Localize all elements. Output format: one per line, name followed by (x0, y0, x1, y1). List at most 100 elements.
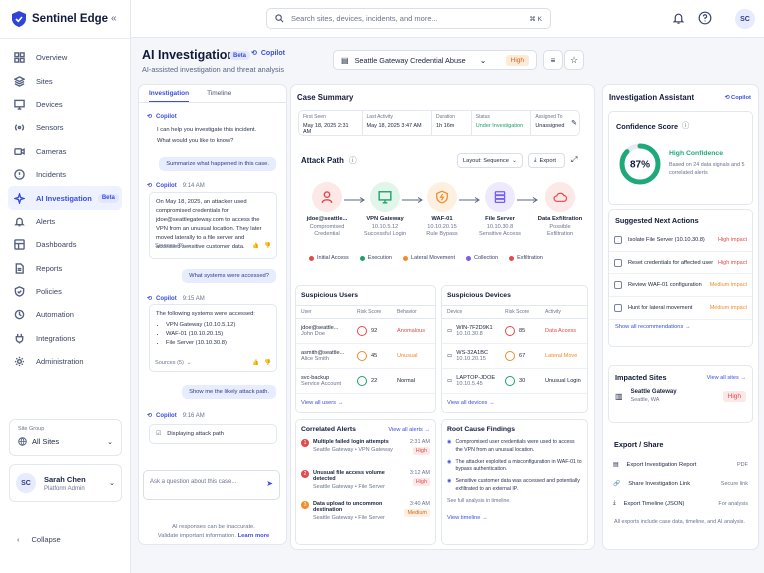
attack-node-user[interactable]: jdoe@seattle... Compromised Credential (301, 182, 353, 237)
table-row[interactable]: svc-backup Service Account 22 Normal (296, 369, 435, 394)
learn-more-link[interactable]: Learn more (238, 533, 270, 539)
export-item[interactable]: 🔗 Share Investigation Link Secure link (608, 475, 753, 495)
brand-name: Sentinel Edge (32, 13, 109, 25)
site-group-select[interactable]: Site Group All Sites ⌄ (9, 419, 122, 456)
sliders-icon: ≡ (550, 55, 556, 65)
help-icon[interactable] (698, 11, 712, 25)
chat-input[interactable]: Ask a question about this case... ➤ (143, 470, 280, 500)
export-label: Export (539, 157, 556, 164)
incident-select[interactable]: ▤ Seattle Gateway Credential Abuse ⌄ Hig… (333, 50, 537, 70)
export-item[interactable]: ⤓ Export Timeline (JSON) For analysis (608, 494, 753, 514)
correlated-alerts-card: Correlated Alerts View all alerts → 1 Mu… (295, 419, 436, 545)
copilot-chip[interactable]: ⟲ Copilot (251, 49, 285, 58)
table-row[interactable]: asmith@seattle... Alice Smith 45 Unusual (296, 344, 435, 369)
attack-node-waf[interactable]: WAF-01 10.10.20.15 Rule Bypass (416, 182, 468, 237)
alert-item[interactable]: 3 Data upload to uncommon destination Sea… (301, 501, 430, 532)
field-first-seen: First Seen May 18, 2025 2:31 AM (299, 111, 363, 135)
sidebar-item-dashboards[interactable]: Dashboards (8, 233, 122, 256)
action-item[interactable]: Review WAF-01 configuration Medium impact (609, 274, 752, 298)
message-text: The following systems were accessed: (156, 311, 255, 317)
alert-item[interactable]: 2 Unusual file access volume detected Sea… (301, 470, 430, 501)
attack-node-vpn[interactable]: VPN Gateway 10.10.5.12 Successful Login (359, 182, 411, 237)
field-value: Under Investigation (475, 123, 524, 129)
search-input[interactable] (291, 14, 511, 23)
field-value: Unassigned (535, 123, 565, 129)
sidebar-item-administration[interactable]: Administration (8, 350, 122, 373)
database-icon (485, 182, 515, 212)
export-button[interactable]: ⤓ Export (528, 153, 565, 168)
thumbs-up-icon[interactable]: 👍 (252, 243, 259, 249)
copilot-icon: ⟲ (147, 114, 153, 120)
sidebar-item-cameras[interactable]: Cameras (8, 140, 122, 163)
copilot-label: Copilot (156, 182, 177, 189)
next-actions-title: Suggested Next Actions (615, 216, 699, 225)
collapse-button[interactable]: ‹ Collapse (17, 535, 61, 544)
sidebar-item-reports[interactable]: Reports (8, 257, 122, 280)
tab-timeline[interactable]: Timeline (207, 85, 231, 102)
impacted-sites-title: Impacted Sites (615, 373, 667, 382)
sources-link[interactable]: Sources (9) (155, 243, 184, 249)
global-search[interactable]: ⌘ K (266, 8, 551, 29)
user-role: Platform Admin (44, 485, 85, 492)
alert-item[interactable]: 1 Multiple failed login attempts Seattle … (301, 439, 430, 470)
export-item[interactable]: ▤ Export Investigation Report PDF (608, 455, 753, 475)
sidebar-item-sensors[interactable]: Sensors (8, 116, 122, 139)
user-message: Show me the likely attack path. (182, 385, 276, 399)
table-row[interactable]: ▭ LAPTOP-JDOE 10.10.5.45 30 Unusual Login (442, 369, 587, 394)
sidebar-item-sites[interactable]: Sites (8, 69, 122, 92)
site-item[interactable]: ▥ Seattle Gateway Seattle, WA High (609, 389, 752, 403)
thumbs-down-icon[interactable]: 👎 (264, 243, 271, 249)
view-all-sites-link[interactable]: View all sites → (707, 375, 746, 381)
sidebar-item-ai-investigation[interactable]: AI Investigation Beta (8, 186, 122, 210)
risk-ring (505, 376, 515, 386)
alert-number: 2 (301, 470, 309, 478)
view-all-devices-link[interactable]: View all devices → (442, 394, 587, 412)
action-item[interactable]: Isolate File Server (10.10.30.8) High imp… (609, 229, 752, 252)
field-value: May 18, 2025 2:31 AM (303, 123, 349, 135)
view-all-alerts-link[interactable]: View all alerts → (388, 427, 430, 433)
collapse-sidebar-icon[interactable]: « (111, 13, 117, 24)
view-timeline-link[interactable]: View timeline → (447, 514, 582, 523)
filter-button[interactable]: ≡ (543, 50, 563, 70)
thumbs-down-icon[interactable]: 👎 (264, 360, 271, 366)
attack-node-file-server[interactable]: File Server 10.10.30.8 Sensitive Access (474, 182, 526, 237)
node-subtitle: 10.10.20.15 (427, 223, 457, 230)
notifications-bell-icon[interactable] (672, 11, 685, 25)
message-time: 9:15 AM (182, 295, 205, 302)
check-circle-icon: ◉ (447, 439, 452, 445)
edit-icon[interactable]: ✎ (571, 119, 577, 127)
table-row[interactable]: ▭ WIN-7F2D9K1 10.10.30.8 85 Data Access (442, 319, 587, 344)
finding-item: ◉ Compromised user credentials were used … (447, 439, 575, 453)
user-avatar[interactable]: SC (735, 9, 755, 29)
sidebar-item-automation[interactable]: Automation (8, 303, 122, 326)
chevron-down-icon: ⌄ (479, 55, 487, 65)
show-all-recommendations-link[interactable]: Show all recommendations → (609, 320, 752, 334)
confidence-card: Confidence Score ⓘ 87% High Confidence Ba… (608, 111, 753, 205)
user-card[interactable]: SC Sarah Chen Platform Admin ⌄ (9, 464, 122, 502)
field-assigned[interactable]: Assigned To Unassigned ✎ (531, 111, 579, 135)
favorite-button[interactable]: ☆ (564, 50, 584, 70)
sidebar-item-policies[interactable]: Policies (8, 280, 122, 303)
action-item[interactable]: Reset credentials for affected user High … (609, 252, 752, 275)
send-icon[interactable]: ➤ (266, 479, 273, 488)
brand[interactable]: Sentinel Edge (12, 10, 108, 28)
sidebar-item-incidents[interactable]: Incidents (8, 163, 122, 186)
sidebar-item-alerts[interactable]: Alerts (8, 210, 122, 233)
globe-icon (18, 437, 27, 446)
action-item[interactable]: Hunt for lateral movement Medium impact (609, 297, 752, 320)
sidebar-item-devices[interactable]: Devices (8, 93, 122, 116)
sidebar-item-overview[interactable]: Overview (8, 46, 122, 69)
layout-select[interactable]: Layout: Sequence ⌄ (457, 153, 523, 168)
sources-link[interactable]: Sources (5) (155, 360, 184, 366)
file-icon (15, 262, 24, 274)
sidebar-item-integrations[interactable]: Integrations (8, 327, 122, 350)
tab-investigation[interactable]: Investigation (149, 85, 190, 102)
view-all-users-link[interactable]: View all users → (296, 394, 435, 412)
attack-node-exfiltration[interactable]: Data Exfiltration Possible Exfiltration (534, 182, 586, 237)
table-row[interactable]: jdoe@seattle... John Doe 92 Anomalous (296, 319, 435, 344)
thumbs-up-icon[interactable]: 👍 (252, 360, 259, 366)
sidebar-item-label: Overview (36, 53, 68, 63)
chevron-down-icon: ⌄ (107, 438, 113, 446)
expand-icon[interactable]: ⤢ (571, 155, 577, 165)
table-row[interactable]: ▭ WS-32A1BC 10.10.20.15 67 Lateral Move (442, 344, 587, 369)
